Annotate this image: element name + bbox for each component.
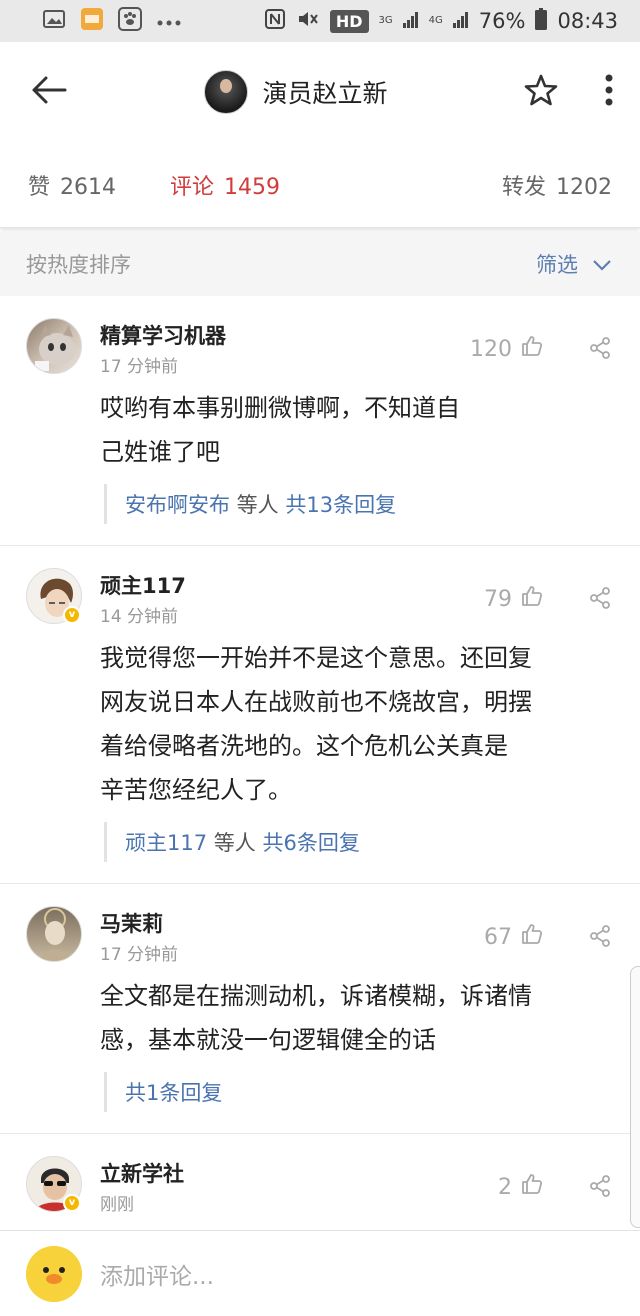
- comment-item: 马茉莉 17 分钟前 67 全文都是在揣测动机，诉诸模糊，诉诸情 感，基本就没一…: [0, 884, 640, 1134]
- more-vertical-icon[interactable]: [604, 73, 614, 111]
- signal-icon: [402, 9, 419, 33]
- like-button[interactable]: 120: [470, 334, 544, 364]
- network-4g-label: 4G: [428, 15, 443, 26]
- comment-time: 刚刚: [100, 1195, 134, 1215]
- gallery-icon: [42, 8, 66, 34]
- sort-by-hot-button[interactable]: 按热度排序: [26, 249, 131, 279]
- reposts-count: 1202: [556, 174, 612, 200]
- network-3g-label: 3G: [378, 15, 393, 26]
- chevron-down-icon: [592, 252, 612, 276]
- commenter-avatar[interactable]: [26, 906, 82, 962]
- page-title: 演员赵立新: [262, 79, 388, 108]
- comment-item: v 顽主117 14 分钟前 79 我觉得您一开始并不是这个意思。还回复 网友说…: [0, 546, 640, 884]
- share-icon[interactable]: [588, 336, 612, 364]
- comment-line: 全文都是在揣测动机，诉诸模糊，诉诸情: [100, 982, 532, 1010]
- battery-percent: 76%: [478, 9, 526, 33]
- sort-filter-bar: 按热度排序 筛选: [0, 232, 640, 296]
- thumbs-up-icon: [520, 584, 544, 614]
- current-user-avatar[interactable]: [26, 1245, 82, 1302]
- comment-line: 辛苦您经纪人了。: [100, 776, 292, 804]
- status-bar: HD 3G 4G 76% 08:43: [0, 0, 640, 42]
- comment-text: 我觉得您一开始并不是这个意思。还回复 网友说日本人在战败前也不烧故宫，明摆 着给…: [100, 636, 600, 812]
- comment-text: 全文都是在揣测动机，诉诸模糊，诉诸情 感，基本就没一句逻辑健全的话: [100, 974, 600, 1062]
- top-app-bar: 演员赵立新: [0, 42, 640, 142]
- like-count: 79: [484, 586, 512, 612]
- reply-connector: 等人: [230, 493, 286, 517]
- add-comment-input[interactable]: 添加评论...: [100, 1257, 214, 1291]
- like-button[interactable]: 67: [484, 922, 544, 952]
- tab-likes[interactable]: 赞 2614: [28, 169, 116, 201]
- share-icon[interactable]: [588, 1174, 612, 1202]
- hd-badge: HD: [329, 9, 369, 33]
- like-button[interactable]: 2: [498, 1172, 544, 1202]
- comment-line: 我觉得您一开始并不是这个意思。还回复: [100, 644, 532, 672]
- reply-user[interactable]: 安布啊安布: [125, 489, 230, 519]
- author-avatar[interactable]: [204, 70, 249, 114]
- comment-line: 己姓谁了吧: [100, 438, 220, 466]
- replies-summary[interactable]: 共1条回复: [104, 1072, 614, 1112]
- mute-icon: [296, 8, 320, 35]
- commenter-name[interactable]: 马茉莉: [100, 908, 163, 938]
- comment-line: 哎哟有本事别删微博啊，不知道自: [100, 394, 460, 422]
- battery-icon: [535, 7, 548, 35]
- tab-reposts[interactable]: 转发 1202: [502, 169, 612, 201]
- likes-count: 2614: [60, 174, 117, 200]
- filter-label: 筛选: [536, 253, 578, 277]
- more-notifications-icon: [156, 12, 182, 31]
- thumbs-up-icon: [520, 334, 544, 364]
- thumbs-up-icon: [520, 1172, 544, 1202]
- comment-item: 精算学习机器 17 分钟前 120 哎哟有本事别删微博啊，不知道自 己姓谁了吧 …: [0, 296, 640, 546]
- reposts-label: 转发: [501, 174, 546, 200]
- tab-comments[interactable]: 评论 1459: [170, 169, 280, 201]
- filter-button[interactable]: 筛选: [536, 249, 612, 279]
- reply-count-link[interactable]: 共1条回复: [125, 1077, 222, 1107]
- comment-time: 17 分钟前: [100, 945, 179, 965]
- comments-label: 评论: [170, 174, 215, 200]
- like-button[interactable]: 79: [484, 584, 544, 614]
- likes-label: 赞: [28, 174, 51, 200]
- comment-item: v 立新学社 刚刚 2: [0, 1134, 640, 1230]
- like-count: 2: [498, 1174, 512, 1200]
- thumbs-up-icon: [520, 922, 544, 952]
- comment-time: 14 分钟前: [100, 607, 179, 627]
- like-count: 120: [470, 336, 512, 362]
- app-notification-icon: [80, 7, 104, 35]
- baidu-paw-icon: [118, 7, 142, 35]
- reply-count-link[interactable]: 共13条回复: [285, 489, 396, 519]
- comment-line: 着给侵略者洗地的。这个危机公关真是: [100, 732, 508, 760]
- back-arrow-icon[interactable]: [28, 74, 68, 110]
- replies-summary[interactable]: 顽主117 等人 共6条回复: [104, 822, 614, 862]
- comment-line: 感，基本就没一句逻辑健全的话: [100, 1026, 436, 1054]
- commenter-name[interactable]: 立新学社: [100, 1158, 184, 1188]
- like-count: 67: [484, 924, 512, 950]
- share-icon[interactable]: [588, 586, 612, 614]
- post-author-header[interactable]: 演员赵立新: [204, 70, 388, 114]
- scroll-handle[interactable]: [630, 966, 640, 1228]
- commenter-avatar[interactable]: [26, 318, 82, 374]
- share-icon[interactable]: [588, 924, 612, 952]
- signal-icon-2: [452, 9, 469, 33]
- clock: 08:43: [557, 9, 618, 33]
- comment-time: 17 分钟前: [100, 357, 179, 377]
- comment-text: 哎哟有本事别删微博啊，不知道自 己姓谁了吧: [100, 386, 600, 474]
- reply-user[interactable]: 顽主117: [125, 827, 207, 857]
- verified-badge-icon: v: [63, 606, 81, 624]
- commenter-name[interactable]: 顽主117: [100, 570, 186, 600]
- comments-count: 1459: [224, 174, 281, 200]
- verified-badge-icon: v: [63, 1194, 81, 1212]
- commenter-name[interactable]: 精算学习机器: [100, 320, 226, 350]
- comment-line: 网友说日本人在战败前也不烧故宫，明摆: [100, 688, 532, 716]
- star-icon[interactable]: [524, 73, 558, 111]
- post-stats-bar: 赞 2614 评论 1459 转发 1202: [0, 142, 640, 228]
- reply-count-link[interactable]: 共6条回复: [262, 827, 359, 857]
- replies-summary[interactable]: 安布啊安布 等人 共13条回复: [104, 484, 614, 524]
- nfc-icon: [264, 8, 286, 35]
- comment-input-bar: 添加评论...: [0, 1230, 640, 1316]
- reply-connector: 等人: [207, 831, 263, 855]
